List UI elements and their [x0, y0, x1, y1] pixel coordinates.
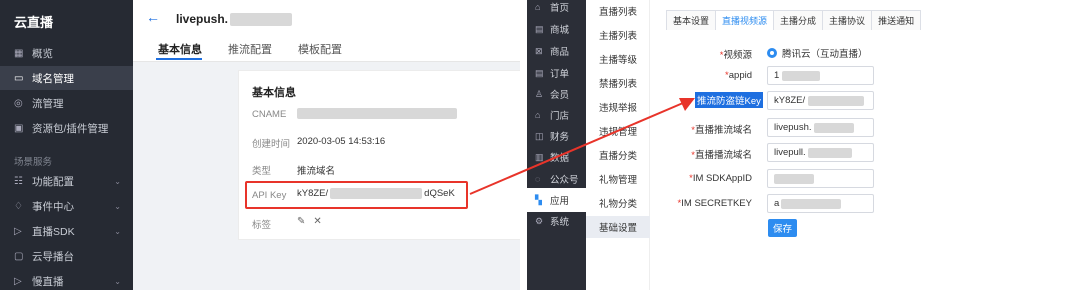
tab-push-notification[interactable]: 推送通知: [871, 10, 922, 30]
submenu-violation-report[interactable]: 违规举报: [586, 96, 650, 118]
tab-basic-settings[interactable]: 基本设置: [666, 10, 717, 30]
redacted-block: [807, 147, 852, 158]
page-title: livepush.: [176, 12, 293, 27]
settings-tabs: 基本设置 直播视频源 主播分成 主播协议 推送通知: [666, 10, 922, 30]
type-label: 类型: [252, 166, 272, 177]
redacted-block: [774, 173, 814, 184]
submenu-gift-category[interactable]: 礼物分类: [586, 192, 650, 214]
sidebar-item-feature-config[interactable]: ☷ 功能配置 ⌄: [0, 169, 133, 193]
redacted-block: [230, 13, 293, 27]
back-arrow-icon[interactable]: ←: [146, 9, 160, 25]
apps-icon: ▚: [535, 194, 542, 205]
tag-actions: ✎ ✕: [297, 216, 322, 227]
redacted-block: [782, 70, 821, 81]
sidebar-item-stream[interactable]: ◎ 流管理: [0, 91, 133, 115]
redacted-block: [297, 108, 457, 119]
stream-icon: ◎: [14, 97, 23, 109]
bell-icon: ♢: [14, 200, 23, 212]
appid-input[interactable]: 1: [767, 66, 874, 85]
save-button[interactable]: 保存: [768, 219, 797, 237]
push-key-input[interactable]: kY8ZE/: [767, 91, 874, 110]
tab-basic-info[interactable]: 基本信息: [158, 41, 202, 57]
card-title: 基本信息: [252, 87, 296, 99]
edit-icon[interactable]: ✎: [297, 216, 305, 227]
cname-value: [297, 108, 457, 122]
chevron-down-icon: ⌄: [114, 176, 121, 186]
close-icon[interactable]: ✕: [313, 216, 321, 227]
sidebar-item-domain[interactable]: ▭ 域名管理: [0, 66, 133, 90]
wechat-icon: ◌: [535, 174, 541, 184]
chevron-down-icon: ⌄: [114, 201, 121, 211]
api-key-highlight-box: [245, 181, 468, 209]
sidebar-item-mall[interactable]: ▤ 商城: [527, 17, 586, 41]
tab-video-source[interactable]: 直播视频源: [715, 10, 775, 30]
tab-template-config[interactable]: 模板配置: [298, 41, 342, 57]
video-source-label: *视频源: [719, 50, 752, 61]
package-icon: ▣: [14, 122, 24, 134]
push-key-label: 推流防盗链Key: [695, 92, 763, 108]
push-domain-input[interactable]: livepush.: [767, 118, 874, 137]
created-time-label: 创建时间: [252, 139, 291, 150]
monitor-icon: ▭: [14, 72, 24, 84]
tab-push-config[interactable]: 推流配置: [228, 41, 272, 57]
home-icon: ⌂: [535, 2, 541, 12]
redacted-block: [813, 122, 854, 133]
order-icon: ▤: [535, 67, 544, 78]
sidebar-item-event-center[interactable]: ♢ 事件中心 ⌄: [0, 194, 133, 218]
broadcast-icon: ▢: [14, 250, 24, 262]
video-source-radio[interactable]: 腾讯云（互动直播）: [767, 46, 868, 60]
redacted-block: [781, 198, 842, 209]
sidebar-item-system[interactable]: ⚙ 系统: [527, 209, 586, 233]
sidebar-item-goods[interactable]: ⊠ 商品: [527, 39, 586, 63]
chevron-down-icon: ⌄: [114, 226, 121, 236]
submenu-violation-manage[interactable]: 违规管理: [586, 120, 650, 142]
grid-icon: ▦: [14, 47, 24, 59]
slow-live-icon: ▷: [14, 275, 22, 287]
sidebar-item-live-sdk[interactable]: ▷ 直播SDK ⌄: [0, 219, 133, 243]
submenu-gift-manage[interactable]: 礼物管理: [586, 168, 650, 190]
pull-domain-label: *直播播流域名: [691, 150, 752, 161]
sidebar-item-overview[interactable]: ▦ 概览: [0, 41, 133, 65]
chart-icon: ▥: [535, 151, 544, 162]
im-appid-label: *IM SDKAppID: [689, 173, 752, 184]
submenu-basic-settings[interactable]: 基础设置: [586, 216, 650, 238]
play-icon: ▷: [14, 225, 22, 237]
sidebar-item-slow-live[interactable]: ▷ 慢直播 ⌄: [0, 269, 133, 290]
submenu-anchor-level[interactable]: 主播等级: [586, 48, 650, 70]
submenu-anchor-list[interactable]: 主播列表: [586, 24, 650, 46]
settings-icon: ⚙: [535, 215, 544, 226]
appid-label: *appid: [725, 70, 752, 81]
sidebar-item-cloud-director[interactable]: ▢ 云导播台: [0, 244, 133, 268]
sidebar-item-data[interactable]: ▥ 数据: [527, 145, 586, 169]
radio-checked-icon: [767, 48, 777, 58]
sliders-icon: ☷: [14, 175, 23, 187]
tag-label: 标签: [252, 220, 272, 231]
user-icon: ♙: [535, 88, 544, 99]
goods-icon: ⊠: [535, 45, 543, 56]
im-secret-label: *IM SECRETKEY: [677, 198, 752, 209]
type-value: 推流域名: [297, 166, 336, 177]
store-icon: ⌂: [535, 110, 541, 120]
chevron-down-icon: ⌄: [114, 276, 121, 286]
submenu-live-list[interactable]: 直播列表: [586, 0, 650, 22]
redacted-block: [808, 95, 865, 106]
sidebar-item-package[interactable]: ▣ 资源包/插件管理: [0, 116, 133, 140]
shop-icon: ▤: [535, 23, 544, 34]
tab-anchor-agreement[interactable]: 主播协议: [822, 10, 873, 30]
im-secret-input[interactable]: a: [767, 194, 874, 213]
cname-label: CNAME: [252, 109, 287, 120]
im-appid-input[interactable]: [767, 169, 874, 188]
tab-anchor-share[interactable]: 主播分成: [773, 10, 824, 30]
submenu-ban-list[interactable]: 禁播列表: [586, 72, 650, 94]
created-time-value: 2020-03-05 14:53:16: [297, 136, 386, 147]
finance-icon: ◫: [535, 130, 544, 141]
sidebar-title: 云直播: [14, 15, 54, 30]
screenshot-divider: [520, 0, 527, 290]
sidebar-group-label: 场景服务: [14, 157, 53, 168]
pull-domain-input[interactable]: livepull.: [767, 143, 874, 162]
active-tab-underline: [156, 58, 202, 60]
push-domain-label: *直播推流域名: [691, 125, 752, 136]
submenu-live-category[interactable]: 直播分类: [586, 144, 650, 166]
